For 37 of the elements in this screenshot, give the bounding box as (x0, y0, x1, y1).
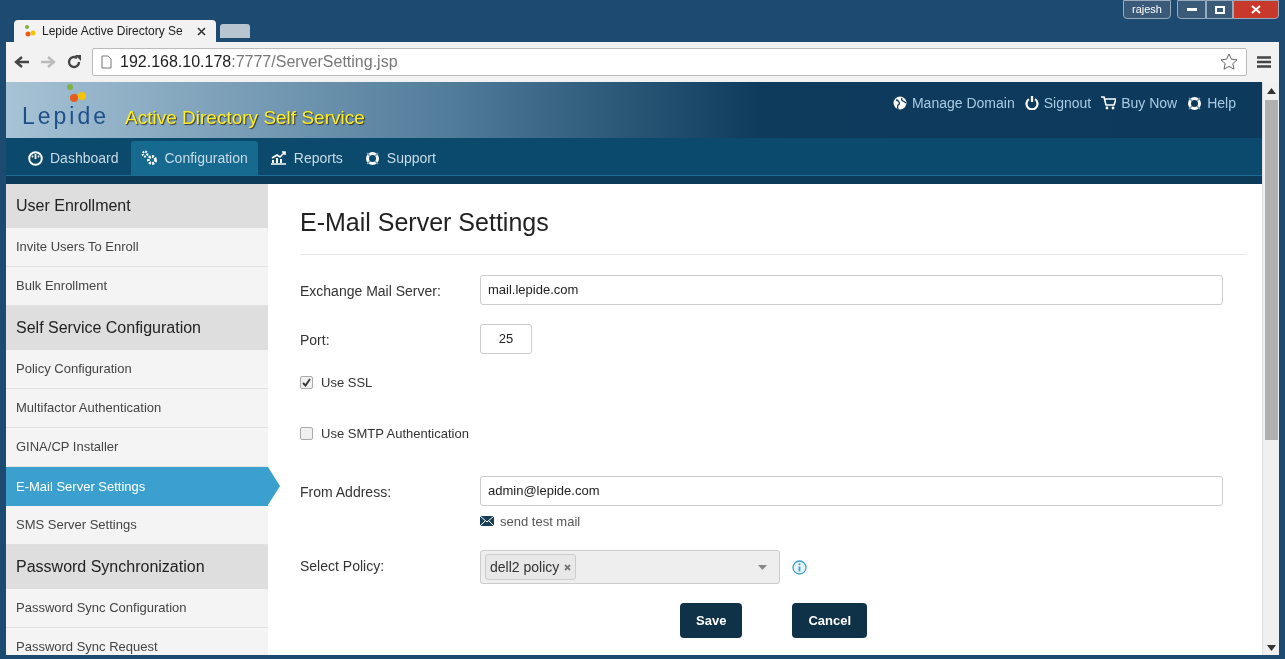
sidebar-item[interactable]: Password Sync Request (6, 628, 268, 659)
policy-select[interactable]: dell2 policy (480, 550, 780, 584)
field-label: Exchange Mail Server: (300, 281, 442, 301)
nav-tab[interactable]: Configuration (130, 141, 258, 175)
field-label: From Address: (300, 482, 393, 502)
header-link[interactable]: Manage Domain (892, 92, 1015, 114)
policy-tag[interactable]: dell2 policy (485, 554, 577, 580)
url-text: 192.168.10.178:7777/ServerSetting.jsp (120, 52, 399, 72)
sidebar-section-header: Password Synchronization (6, 545, 268, 589)
field-label: Port: (300, 330, 331, 350)
sidebar-item[interactable]: Policy Configuration (6, 350, 268, 389)
sidebar-section-header: User Enrollment (6, 184, 268, 228)
profile-button[interactable]: rajesh (1123, 0, 1171, 19)
sidebar-item[interactable]: Multifactor Authentication (6, 389, 268, 428)
logo: Lepide (22, 83, 110, 128)
nav-tab[interactable]: Support (354, 141, 446, 175)
header-link[interactable]: Signout (1024, 92, 1092, 114)
checkbox-label: Use SMTP Authentication (321, 425, 469, 443)
browser-tab[interactable]: Lepide Active Directory Se (14, 20, 216, 42)
input-field[interactable]: admin@lepide.com (480, 475, 1223, 506)
sidebar-item[interactable]: Invite Users To Enroll (6, 228, 268, 267)
header-link[interactable]: Help (1187, 92, 1236, 114)
send-test-mail-link[interactable]: send test mail (480, 511, 1223, 531)
address-bar[interactable]: 192.168.10.178:7777/ServerSetting.jsp (92, 48, 1247, 76)
nav-tab[interactable]: Dashboard (18, 141, 129, 175)
checkbox-label: Use SSL (321, 373, 373, 392)
header-link[interactable]: Buy Now (1101, 92, 1178, 114)
form-button[interactable]: Save (680, 603, 743, 638)
input-field[interactable]: mail.lepide.com (480, 274, 1223, 305)
form-button[interactable]: Cancel (792, 603, 867, 638)
sidebar-item[interactable]: Password Sync Configuration (6, 589, 268, 628)
product-title: Active Directory Self Service (125, 108, 365, 127)
sidebar-section-header: Self Service Configuration (6, 306, 268, 350)
page-title: E-Mail Server Settings (300, 184, 1246, 255)
nav-tab[interactable]: Reports (259, 141, 353, 175)
field-label: Select Policy: (300, 557, 386, 576)
input-field[interactable]: 25 (480, 323, 532, 354)
